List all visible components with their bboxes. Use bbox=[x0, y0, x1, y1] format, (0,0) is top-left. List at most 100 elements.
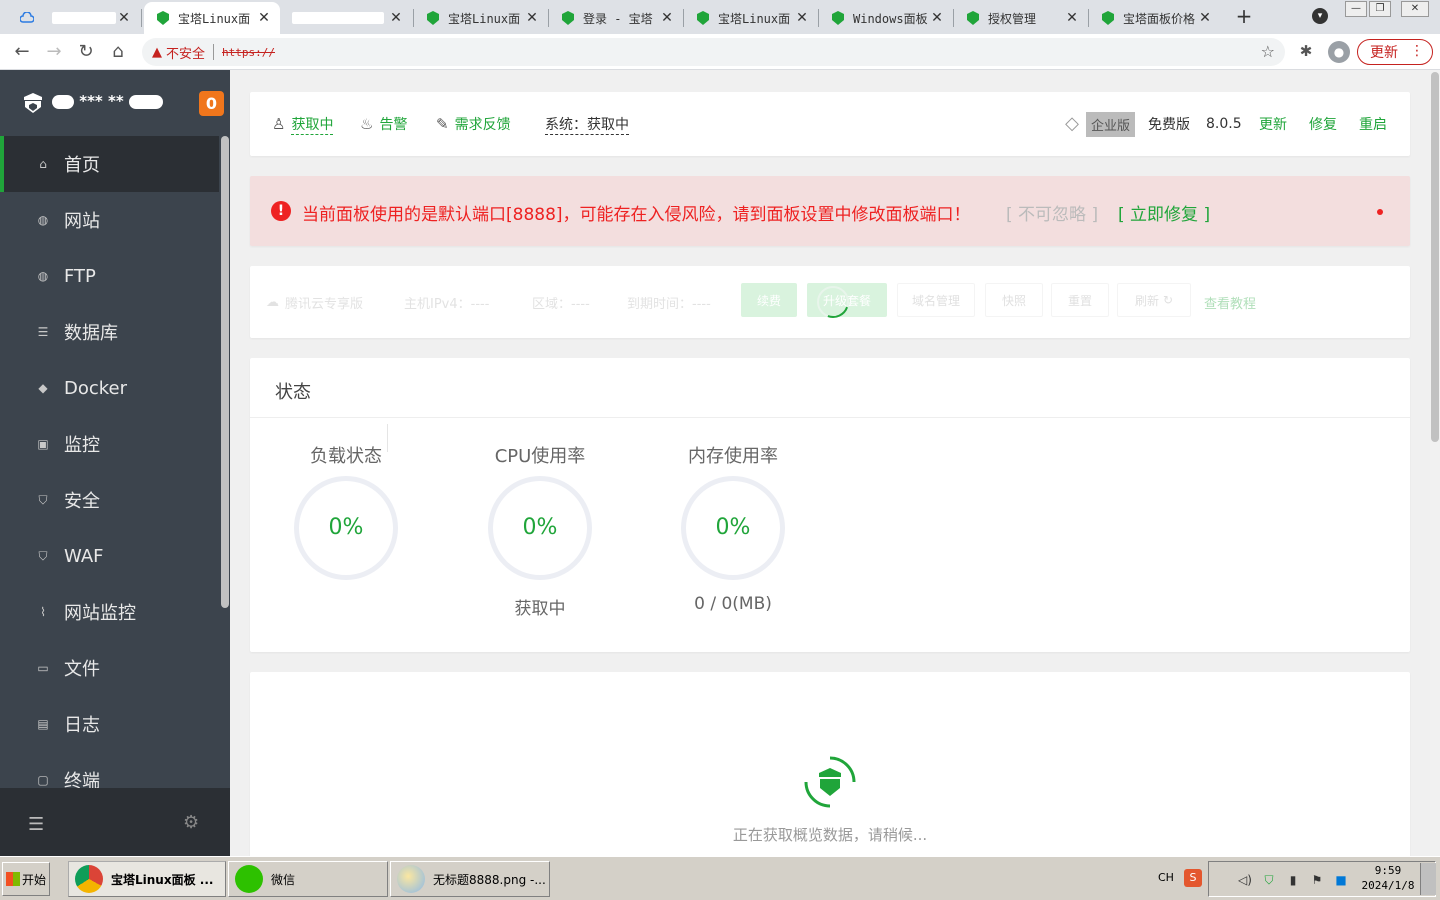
close-icon[interactable]: ✕ bbox=[256, 10, 272, 26]
collapse-menu-icon[interactable]: ☰ bbox=[28, 814, 44, 835]
sidebar-item-docker[interactable]: ◆ Docker bbox=[0, 360, 219, 416]
sidebar-item-monitor[interactable]: ▣ 监控 bbox=[0, 416, 219, 472]
paint-icon bbox=[397, 865, 425, 893]
sidebar-item-database[interactable]: ☰ 数据库 bbox=[0, 304, 219, 360]
home-icon[interactable]: ⌂ bbox=[106, 40, 130, 64]
domain-button[interactable]: 域名管理 bbox=[897, 283, 975, 317]
extensions-icon[interactable]: ✱ bbox=[1296, 42, 1316, 62]
close-icon[interactable]: ✕ bbox=[524, 10, 540, 26]
close-icon[interactable]: ✕ bbox=[388, 10, 404, 26]
browser-update-button[interactable]: 更新 ⋮ bbox=[1357, 39, 1433, 65]
browser-tab[interactable]: Windows面板 ✕ bbox=[819, 2, 953, 34]
clock[interactable]: 9:59 2024/1/8 bbox=[1360, 863, 1416, 893]
close-window-icon[interactable]: ✕ bbox=[1401, 1, 1429, 17]
notification-dot bbox=[1377, 209, 1383, 215]
gear-icon[interactable]: ⚙ bbox=[183, 812, 199, 833]
browser-tab[interactable]: 宝塔面板价格 ✕ bbox=[1089, 2, 1221, 34]
browser-tab-active[interactable]: 宝塔Linux面 ✕ bbox=[144, 2, 280, 34]
url-input[interactable]: ▲ 不安全 https:// ☆ bbox=[142, 38, 1285, 66]
message-badge[interactable]: 0 bbox=[199, 91, 224, 116]
browser-tab[interactable]: 宝塔Linux面 ✕ bbox=[414, 2, 548, 34]
browser-tab[interactable]: ✕ bbox=[8, 2, 140, 34]
alarm-link[interactable]: ♨ 告警 bbox=[360, 92, 407, 156]
sidebar-item-files[interactable]: ▭ 文件 bbox=[0, 640, 219, 696]
sidebar-item-website[interactable]: ◍ 网站 bbox=[0, 192, 219, 248]
user-link[interactable]: ♙ 获取中 bbox=[272, 92, 334, 156]
app-tray-icon[interactable]: ■ bbox=[1333, 873, 1349, 887]
taskbar-item-chrome[interactable]: 宝塔Linux面板 ... bbox=[68, 861, 226, 897]
gauge-sub: 获取中 bbox=[514, 599, 566, 619]
snapshot-button[interactable]: 快照 bbox=[985, 283, 1043, 317]
update-link[interactable]: 更新 bbox=[1259, 92, 1287, 156]
sidebar-item-logs[interactable]: ▤ 日志 bbox=[0, 696, 219, 752]
docker-icon: ◆ bbox=[38, 381, 48, 395]
sidebar-item-label: Docker bbox=[64, 377, 128, 399]
renew-button[interactable]: 续费 bbox=[741, 283, 797, 317]
terminal-icon: ▢ bbox=[37, 773, 49, 787]
sidebar-item-home[interactable]: ⌂ 首页 bbox=[0, 136, 219, 192]
cloud-brand-label: 腾讯云专享版 bbox=[285, 296, 364, 312]
reload-icon[interactable]: ↻ bbox=[74, 40, 98, 64]
cpu-gauge[interactable]: CPU使用率 0% 获取中 bbox=[480, 442, 600, 619]
close-icon[interactable]: ✕ bbox=[116, 10, 132, 26]
system-info[interactable]: 系统：获取中 bbox=[545, 92, 629, 156]
refresh-button[interactable]: 刷新 ↻ bbox=[1117, 283, 1191, 317]
back-icon[interactable]: ← bbox=[10, 40, 34, 64]
close-icon[interactable]: ✕ bbox=[929, 10, 945, 26]
ime-icon[interactable]: S bbox=[1184, 869, 1202, 887]
load-gauge[interactable]: 负载状态 0% bbox=[286, 442, 406, 594]
browser-tab[interactable]: ✕ bbox=[280, 2, 412, 34]
minimize-icon[interactable]: — bbox=[1345, 1, 1367, 17]
flag-icon[interactable]: ⚑ bbox=[1309, 873, 1325, 887]
browser-tab[interactable]: 授权管理 ✕ bbox=[954, 2, 1088, 34]
tutorial-link[interactable]: 查看教程 bbox=[1204, 266, 1256, 338]
sidebar-item-security[interactable]: ⛉ 安全 bbox=[0, 472, 219, 528]
bt-favicon-icon bbox=[426, 10, 440, 26]
restore-icon[interactable]: ❐ bbox=[1369, 1, 1391, 17]
language-indicator[interactable]: CH bbox=[1158, 871, 1174, 884]
user-icon: ♙ bbox=[272, 115, 286, 133]
scrollbar-thumb[interactable] bbox=[221, 136, 229, 608]
security-icon[interactable]: ⛉ bbox=[1261, 873, 1277, 887]
close-icon[interactable]: ✕ bbox=[794, 10, 810, 26]
feedback-link[interactable]: ✎ 需求反馈 bbox=[436, 92, 511, 156]
windows-taskbar: 开始 宝塔Linux面板 ... 微信 无标题8888.png -... CH … bbox=[0, 856, 1440, 900]
sidebar-item-site-monitor[interactable]: ⌇ 网站监控 bbox=[0, 584, 219, 640]
close-icon[interactable]: ✕ bbox=[659, 10, 675, 26]
close-icon[interactable]: ✕ bbox=[1197, 10, 1213, 26]
show-desktop-button[interactable] bbox=[1420, 863, 1436, 895]
fix-now-link[interactable]: [ 立即修复 ] bbox=[1118, 200, 1210, 225]
volume-icon[interactable]: ◁) bbox=[1237, 873, 1253, 887]
close-icon[interactable]: ✕ bbox=[1064, 10, 1080, 26]
scrollbar-thumb[interactable] bbox=[1431, 72, 1439, 442]
repair-link[interactable]: 修复 bbox=[1309, 92, 1337, 156]
tab-title: 宝塔Linux面 bbox=[448, 11, 521, 26]
sidebar-item-ftp[interactable]: ◍ FTP bbox=[0, 248, 219, 304]
main-content: ♙ 获取中 ♨ 告警 ✎ 需求反馈 系统：获取中 ◇ 企业版 免费版 8.0.5… bbox=[230, 70, 1430, 856]
bookmark-star-icon[interactable]: ☆ bbox=[1261, 42, 1275, 61]
browser-tab[interactable]: 宝塔Linux面 ✕ bbox=[684, 2, 818, 34]
task-label: 无标题8888.png -... bbox=[433, 872, 546, 887]
enterprise-badge[interactable]: ◇ 企业版 bbox=[1058, 111, 1136, 137]
server-ip: *** ** bbox=[52, 92, 163, 110]
restart-link[interactable]: 重启 bbox=[1359, 92, 1387, 156]
memory-gauge[interactable]: 内存使用率 0% 0 / 0(MB) bbox=[673, 442, 793, 614]
new-tab-button[interactable]: + bbox=[1232, 5, 1256, 29]
taskbar-item-wechat[interactable]: 微信 bbox=[228, 861, 388, 897]
browser-tab[interactable]: 登录 - 宝塔 ✕ bbox=[549, 2, 683, 34]
folder-icon: ▭ bbox=[37, 661, 49, 675]
forward-icon[interactable]: → bbox=[42, 40, 66, 64]
sidebar-scrollbar[interactable] bbox=[220, 136, 230, 790]
taskbar-item-paint[interactable]: 无标题8888.png -... bbox=[390, 861, 550, 897]
network-icon[interactable]: ▮ bbox=[1285, 873, 1301, 887]
profile-avatar-icon[interactable]: ● bbox=[1328, 41, 1350, 63]
tab-search-icon[interactable]: ▾ bbox=[1312, 8, 1328, 24]
tab-title: 授权管理 bbox=[988, 11, 1037, 26]
start-button[interactable]: 开始 bbox=[2, 862, 50, 896]
bt-favicon-icon bbox=[1101, 10, 1115, 26]
sidebar-item-waf[interactable]: ⛉ WAF bbox=[0, 528, 219, 584]
page-scrollbar[interactable] bbox=[1430, 70, 1440, 856]
reset-button[interactable]: 重置 bbox=[1051, 283, 1109, 317]
gauge-value: 0% bbox=[328, 515, 364, 540]
monitor-icon: ▣ bbox=[37, 437, 49, 451]
